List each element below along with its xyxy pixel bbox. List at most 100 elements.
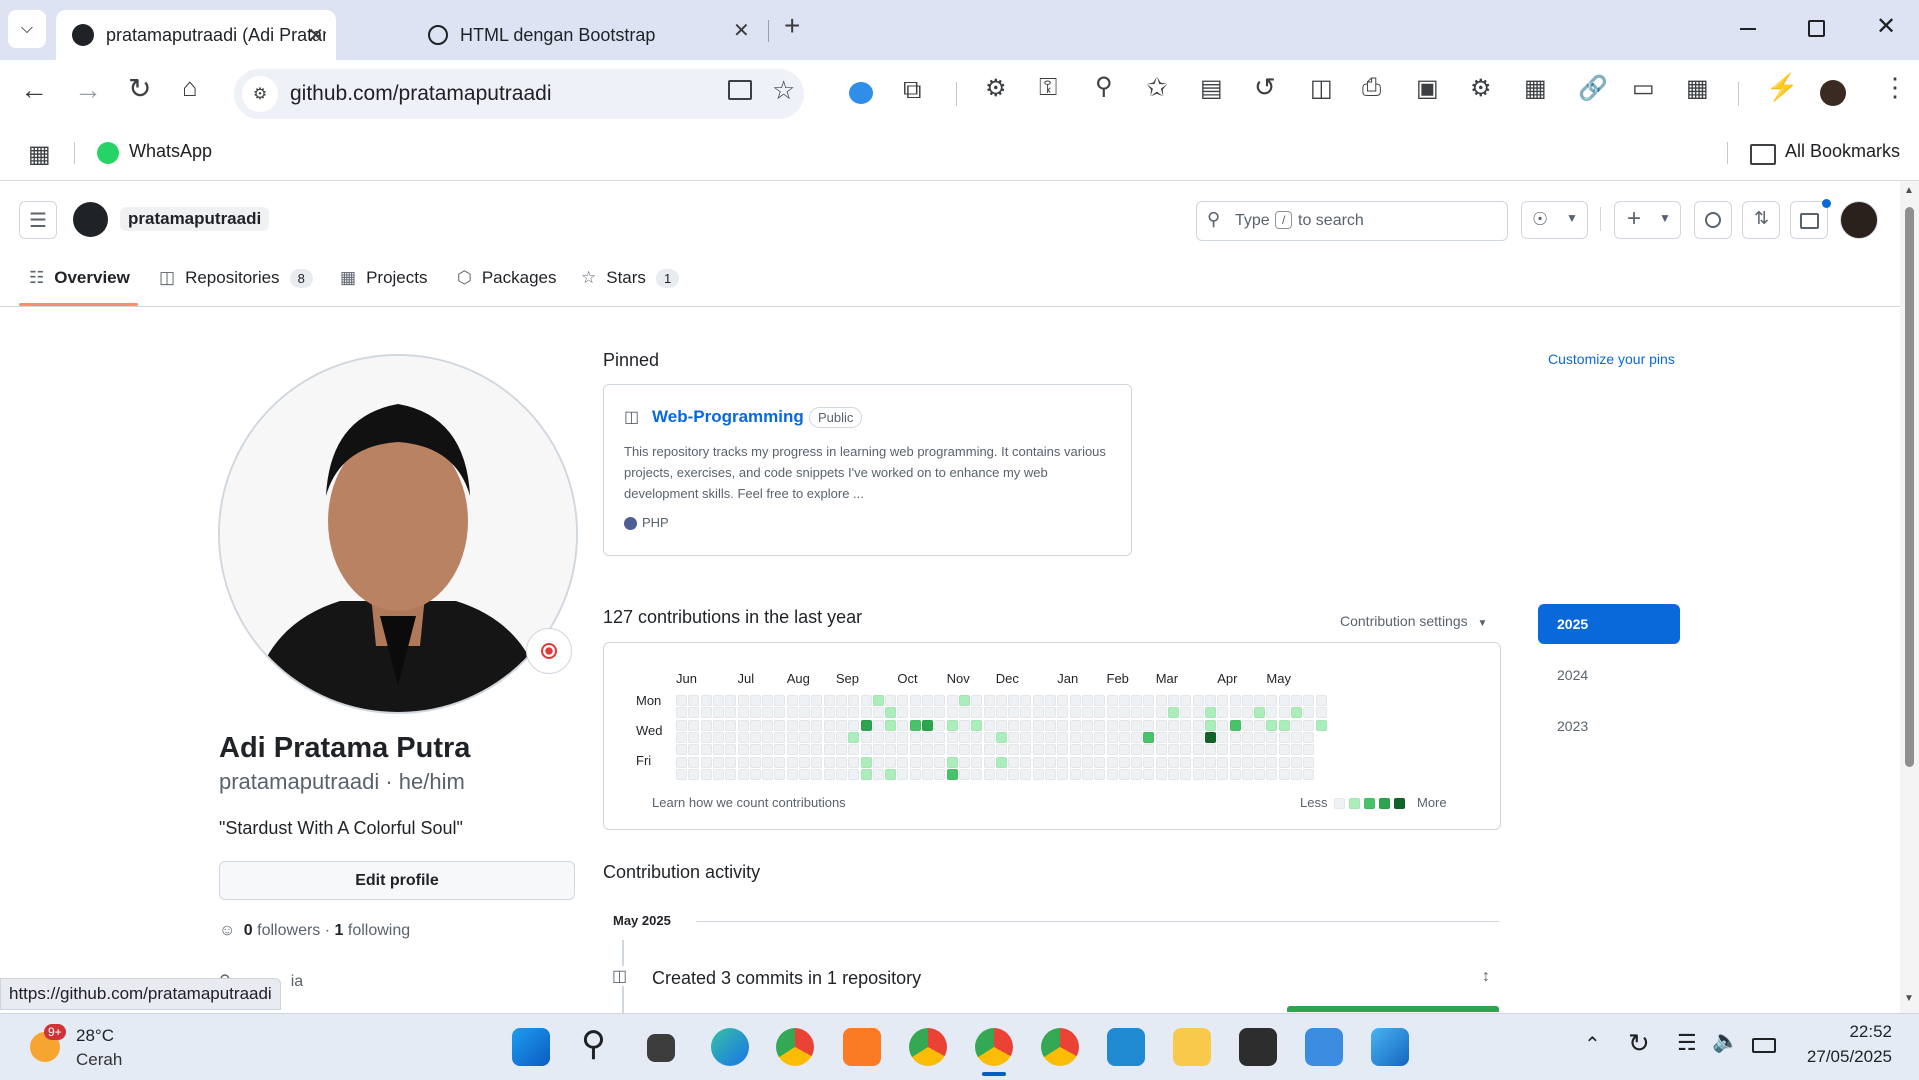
contribution-day-cell[interactable]: [1254, 744, 1266, 756]
contribution-day-cell[interactable]: [823, 731, 835, 743]
contribution-day-cell[interactable]: [749, 719, 761, 731]
tray-chevron-up-icon[interactable]: ⌃: [1584, 1032, 1601, 1057]
contribution-day-cell[interactable]: [1143, 744, 1155, 756]
contribution-day-cell[interactable]: [1266, 695, 1278, 706]
contribution-day-cell[interactable]: [1315, 695, 1327, 706]
contribution-day-cell[interactable]: [1106, 744, 1118, 756]
tab-search-button[interactable]: ⌵: [8, 10, 46, 48]
contribution-day-cell[interactable]: [786, 695, 798, 706]
contribution-day-cell[interactable]: [774, 695, 786, 706]
contribution-day-cell[interactable]: [1180, 707, 1192, 719]
contribution-day-cell[interactable]: [1229, 695, 1241, 706]
contribution-day-cell[interactable]: [725, 756, 737, 768]
status-emoji-button[interactable]: [526, 628, 572, 674]
github-logo-icon[interactable]: [73, 202, 108, 237]
contribution-day-cell[interactable]: [1008, 768, 1020, 780]
contribution-day-cell[interactable]: [1057, 707, 1069, 719]
contribution-day-cell[interactable]: [1291, 744, 1302, 756]
contribution-day-cell[interactable]: [860, 707, 872, 719]
close-window-icon[interactable]: ✕: [1876, 12, 1896, 41]
devices-icon[interactable]: ▭: [1632, 74, 1655, 103]
contribution-day-cell[interactable]: [823, 744, 835, 756]
contribution-day-cell[interactable]: [934, 731, 946, 743]
volume-icon[interactable]: 🔈: [1712, 1028, 1739, 1054]
print-icon[interactable]: ⎙: [1362, 74, 1381, 102]
contribution-day-cell[interactable]: [762, 695, 774, 706]
terminal-icon[interactable]: [1239, 1028, 1277, 1066]
contribution-day-cell[interactable]: [885, 756, 897, 768]
contribution-day-cell[interactable]: [737, 695, 749, 706]
reload-icon[interactable]: ↻: [128, 72, 151, 105]
restore-icon[interactable]: [1808, 20, 1825, 37]
contribution-day-cell[interactable]: [1155, 731, 1167, 743]
contribution-day-cell[interactable]: [922, 731, 933, 743]
contribution-day-cell[interactable]: [688, 695, 700, 706]
contribution-day-cell[interactable]: [995, 731, 1007, 743]
favorites-star-icon[interactable]: ✩: [1146, 72, 1168, 103]
contribution-day-cell[interactable]: [725, 768, 737, 780]
contribution-day-cell[interactable]: [1204, 768, 1216, 780]
contribution-day-cell[interactable]: [1106, 756, 1118, 768]
performance-icon[interactable]: ⚡: [1766, 72, 1798, 103]
contribution-day-cell[interactable]: [995, 744, 1007, 756]
contribution-day-cell[interactable]: [872, 768, 884, 780]
contribution-day-cell[interactable]: [1204, 719, 1216, 731]
contribution-day-cell[interactable]: [848, 731, 860, 743]
contribution-day-cell[interactable]: [1303, 707, 1315, 719]
contribution-day-cell[interactable]: [1143, 731, 1155, 743]
back-icon[interactable]: ←: [20, 74, 48, 106]
screenshot-icon[interactable]: ▣: [1416, 74, 1439, 103]
contribution-day-cell[interactable]: [909, 707, 921, 719]
customize-pins-link[interactable]: Customize your pins: [1548, 351, 1675, 367]
contribution-day-cell[interactable]: [1204, 744, 1216, 756]
contribution-day-cell[interactable]: [1008, 756, 1020, 768]
contribution-day-cell[interactable]: [786, 768, 798, 780]
contribution-day-cell[interactable]: [700, 756, 712, 768]
contribution-day-cell[interactable]: [922, 707, 933, 719]
contribution-day-cell[interactable]: [1118, 756, 1130, 768]
contribution-day-cell[interactable]: [737, 744, 749, 756]
contribution-day-cell[interactable]: [823, 768, 835, 780]
contribution-day-cell[interactable]: [1118, 719, 1130, 731]
contribution-day-cell[interactable]: [700, 707, 712, 719]
contribution-day-cell[interactable]: [1106, 768, 1118, 780]
wifi-icon[interactable]: ☴: [1677, 1030, 1697, 1056]
sync-icon[interactable]: ↻: [1628, 1028, 1650, 1059]
contribution-day-cell[interactable]: [958, 731, 970, 743]
contribution-day-cell[interactable]: [885, 719, 897, 731]
contribution-day-cell[interactable]: [946, 768, 958, 780]
bookmark-whatsapp[interactable]: WhatsApp: [129, 141, 212, 162]
contribution-day-cell[interactable]: [897, 768, 909, 780]
contribution-day-cell[interactable]: [725, 695, 737, 706]
contribution-day-cell[interactable]: [1020, 719, 1032, 731]
contribution-day-cell[interactable]: [885, 695, 897, 706]
menu-dots-icon[interactable]: ⋮: [1882, 72, 1908, 103]
minimize-icon[interactable]: [1740, 28, 1756, 30]
contribution-day-cell[interactable]: [774, 768, 786, 780]
contribution-day-cell[interactable]: [749, 707, 761, 719]
contribution-day-cell[interactable]: [835, 695, 847, 706]
contribution-day-cell[interactable]: [1266, 719, 1278, 731]
bookmark-star-icon[interactable]: ☆: [772, 75, 795, 106]
contribution-day-cell[interactable]: [786, 756, 798, 768]
contribution-day-cell[interactable]: [946, 756, 958, 768]
contribution-day-cell[interactable]: [1180, 695, 1192, 706]
contribution-day-cell[interactable]: [909, 744, 921, 756]
contribution-day-cell[interactable]: [1057, 731, 1069, 743]
tab-stars[interactable]: ☆ Stars 1: [581, 268, 680, 288]
contribution-day-cell[interactable]: [1069, 695, 1081, 706]
contribution-day-cell[interactable]: [1303, 744, 1315, 756]
contribution-day-cell[interactable]: [958, 744, 970, 756]
contribution-day-cell[interactable]: [1254, 707, 1266, 719]
contribution-day-cell[interactable]: [860, 768, 872, 780]
contribution-day-cell[interactable]: [885, 731, 897, 743]
contribution-day-cell[interactable]: [872, 756, 884, 768]
contribution-day-cell[interactable]: [958, 719, 970, 731]
contribution-day-cell[interactable]: [1008, 719, 1020, 731]
delete-icon[interactable]: ◫: [1310, 74, 1333, 103]
extensions-puzzle-icon[interactable]: ⧉: [903, 74, 922, 106]
contribution-day-cell[interactable]: [1168, 744, 1179, 756]
extension-blue-icon[interactable]: [849, 82, 873, 104]
edit-profile-button[interactable]: Edit profile: [219, 861, 575, 900]
contribution-day-cell[interactable]: [1032, 744, 1044, 756]
